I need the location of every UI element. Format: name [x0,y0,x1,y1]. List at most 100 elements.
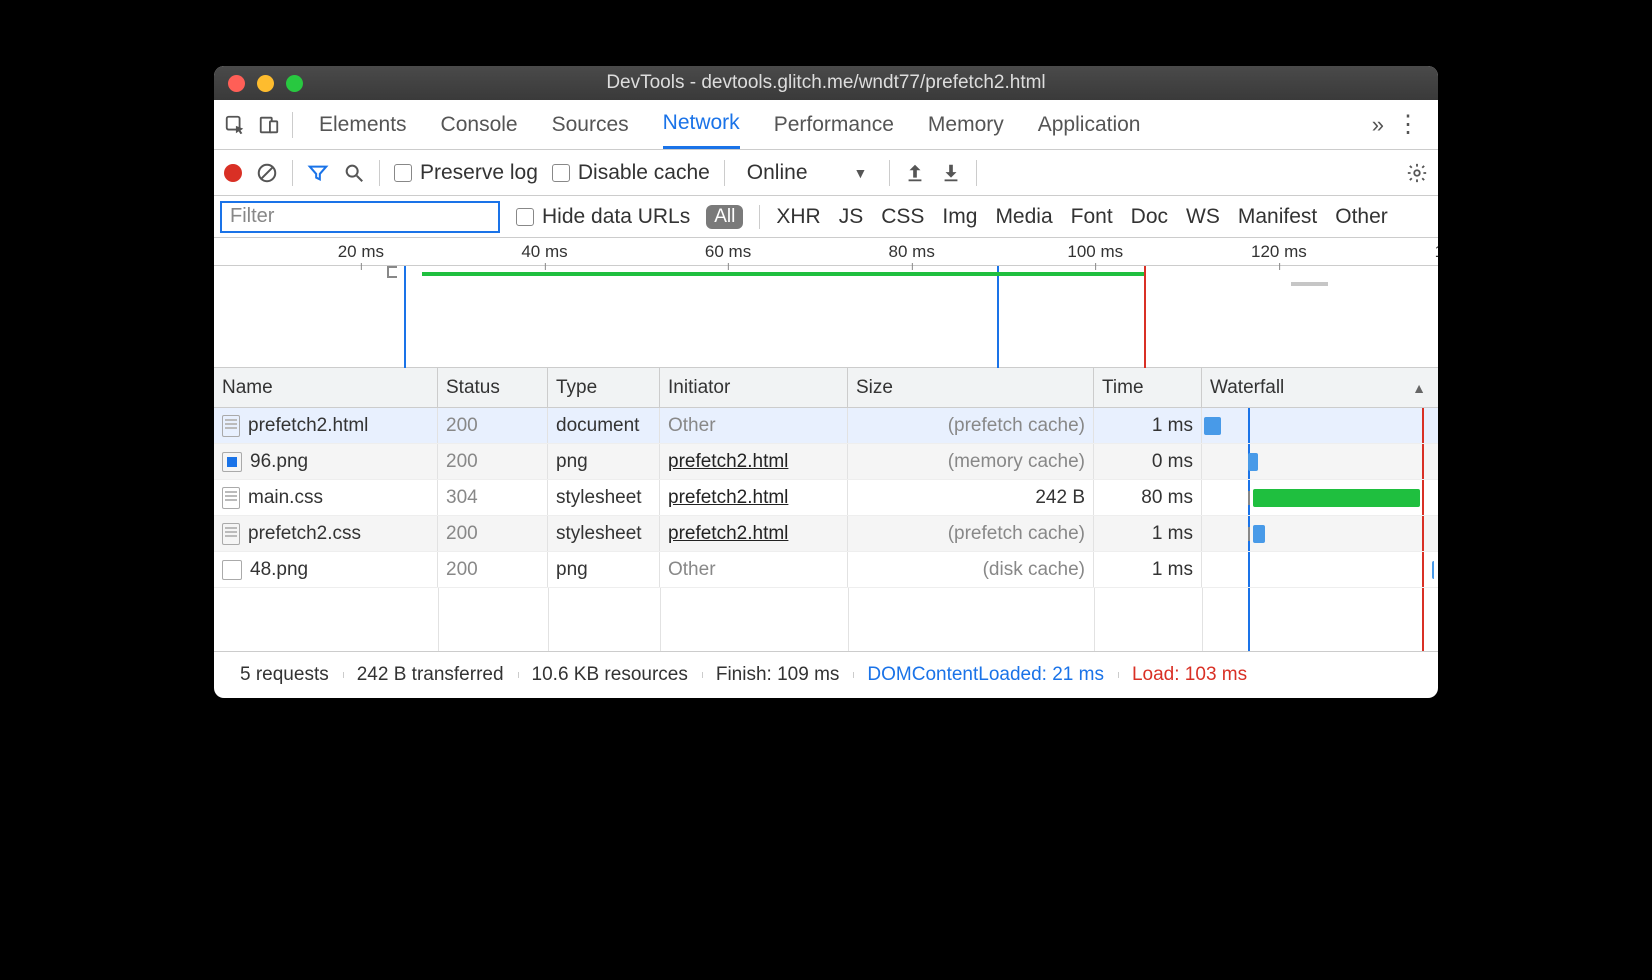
upload-har-icon[interactable] [904,162,926,184]
filter-type-xhr[interactable]: XHR [776,205,820,229]
request-status: 200 [438,408,548,443]
request-initiator[interactable]: prefetch2.html [668,451,788,473]
tab-network[interactable]: Network [663,100,740,149]
settings-gear-icon[interactable] [1406,162,1428,184]
request-initiator: Other [668,415,716,437]
request-size: (disk cache) [848,552,1094,587]
request-size: (prefetch cache) [848,516,1094,551]
request-status: 304 [438,480,548,515]
disable-cache-checkbox[interactable]: Disable cache [552,161,710,185]
throttling-value: Online [747,161,808,185]
request-row[interactable]: prefetch2.css 200stylesheet prefetch2.html… [214,516,1438,552]
request-time: 1 ms [1094,552,1202,587]
filter-type-font[interactable]: Font [1071,205,1113,229]
filter-icon[interactable] [307,162,329,184]
request-type: png [548,552,660,587]
column-header-name[interactable]: Name [214,368,438,407]
overview-marker-dcl [997,266,999,368]
device-toolbar-icon[interactable] [258,114,280,136]
column-header-initiator[interactable]: Initiator [660,368,848,407]
waterfall-cell [1202,516,1434,551]
column-header-time[interactable]: Time [1094,368,1202,407]
request-status: 200 [438,444,548,479]
image-icon [222,560,242,580]
throttling-select[interactable]: Online ▼ [739,161,876,185]
overview-marker-start [404,266,406,368]
tab-console[interactable]: Console [441,100,518,149]
status-finish: Finish: 109 ms [702,664,854,686]
request-name: main.css [248,487,323,509]
kebab-menu-icon[interactable]: ⋮ [1388,110,1428,139]
request-size: (prefetch cache) [848,408,1094,443]
tab-sources[interactable]: Sources [552,100,629,149]
waterfall-load-line [1422,480,1424,515]
filter-type-doc[interactable]: Doc [1131,205,1168,229]
panel-tabs-row: Elements Console Sources Network Performance… [214,100,1438,150]
waterfall-queue-tick [1248,491,1250,505]
filter-type-manifest[interactable]: Manifest [1238,205,1317,229]
filter-type-all[interactable]: All [706,205,743,229]
filter-type-other[interactable]: Other [1335,205,1388,229]
column-header-status[interactable]: Status [438,368,548,407]
waterfall-cell [1202,552,1434,587]
column-header-type[interactable]: Type [548,368,660,407]
column-separator [1094,588,1095,651]
filter-type-css[interactable]: CSS [881,205,924,229]
status-load: Load: 103 ms [1118,664,1261,686]
column-header-waterfall[interactable]: Waterfall▲ [1202,368,1434,407]
request-row[interactable]: 96.png200pngprefetch2.html(memory cache)… [214,444,1438,480]
timeline-tick: 100 ms [1067,242,1123,262]
search-icon[interactable] [343,162,365,184]
waterfall-dcl-line [1248,552,1250,587]
request-row[interactable]: prefetch2.html200documentOther(prefetch … [214,408,1438,444]
request-time: 80 ms [1094,480,1202,515]
waterfall-load-line [1422,588,1424,651]
filter-type-img[interactable]: Img [942,205,977,229]
tab-performance[interactable]: Performance [774,100,894,149]
request-name: 48.png [250,559,308,581]
timeline-tick: 40 ms [521,242,567,262]
request-status: 200 [438,516,548,551]
tab-application[interactable]: Application [1038,100,1141,149]
chevron-down-icon: ▼ [854,165,868,181]
waterfall-bar [1204,417,1220,435]
overview-range-handle[interactable] [387,266,397,278]
request-row[interactable]: 48.png200pngOther(disk cache)1 ms [214,552,1438,588]
request-initiator[interactable]: prefetch2.html [668,523,788,545]
document-icon [222,487,240,509]
column-header-size[interactable]: Size [848,368,1094,407]
devtools-window: DevTools - devtools.glitch.me/wndt77/pre… [214,66,1438,698]
inspect-element-icon[interactable] [224,114,246,136]
tab-elements[interactable]: Elements [319,100,407,149]
filter-input[interactable]: Filter [220,201,500,233]
timeline-tick: 14 [1435,242,1438,262]
column-separator [548,588,549,651]
status-transferred: 242 B transferred [343,664,518,686]
more-tabs-icon[interactable]: » [1372,112,1380,138]
request-initiator[interactable]: prefetch2.html [668,487,788,509]
waterfall-cell [1202,480,1434,515]
timeline-tick: 60 ms [705,242,751,262]
preserve-log-checkbox[interactable]: Preserve log [394,161,538,185]
request-type: stylesheet [548,516,660,551]
record-button[interactable] [224,164,242,182]
clear-icon[interactable] [256,162,278,184]
hide-data-urls-label: Hide data URLs [542,205,690,229]
disable-cache-label: Disable cache [578,161,710,185]
timeline-overview[interactable]: 20 ms40 ms60 ms80 ms100 ms120 ms14 [214,238,1438,368]
column-separator [660,588,661,651]
timeline-tick: 20 ms [338,242,384,262]
request-name: prefetch2.css [248,523,361,545]
tab-memory[interactable]: Memory [928,100,1004,149]
waterfall-queue-tick [1248,527,1250,541]
filter-type-media[interactable]: Media [995,205,1052,229]
download-har-icon[interactable] [940,162,962,184]
request-name: 96.png [250,451,308,473]
status-requests: 5 requests [226,664,343,686]
request-row[interactable]: main.css304stylesheetprefetch2.html242 B… [214,480,1438,516]
hide-data-urls-checkbox[interactable]: Hide data URLs [516,205,690,229]
filter-type-js[interactable]: JS [839,205,864,229]
image-icon [222,452,242,472]
filter-type-ws[interactable]: WS [1186,205,1220,229]
status-dcl: DOMContentLoaded: 21 ms [853,664,1118,686]
